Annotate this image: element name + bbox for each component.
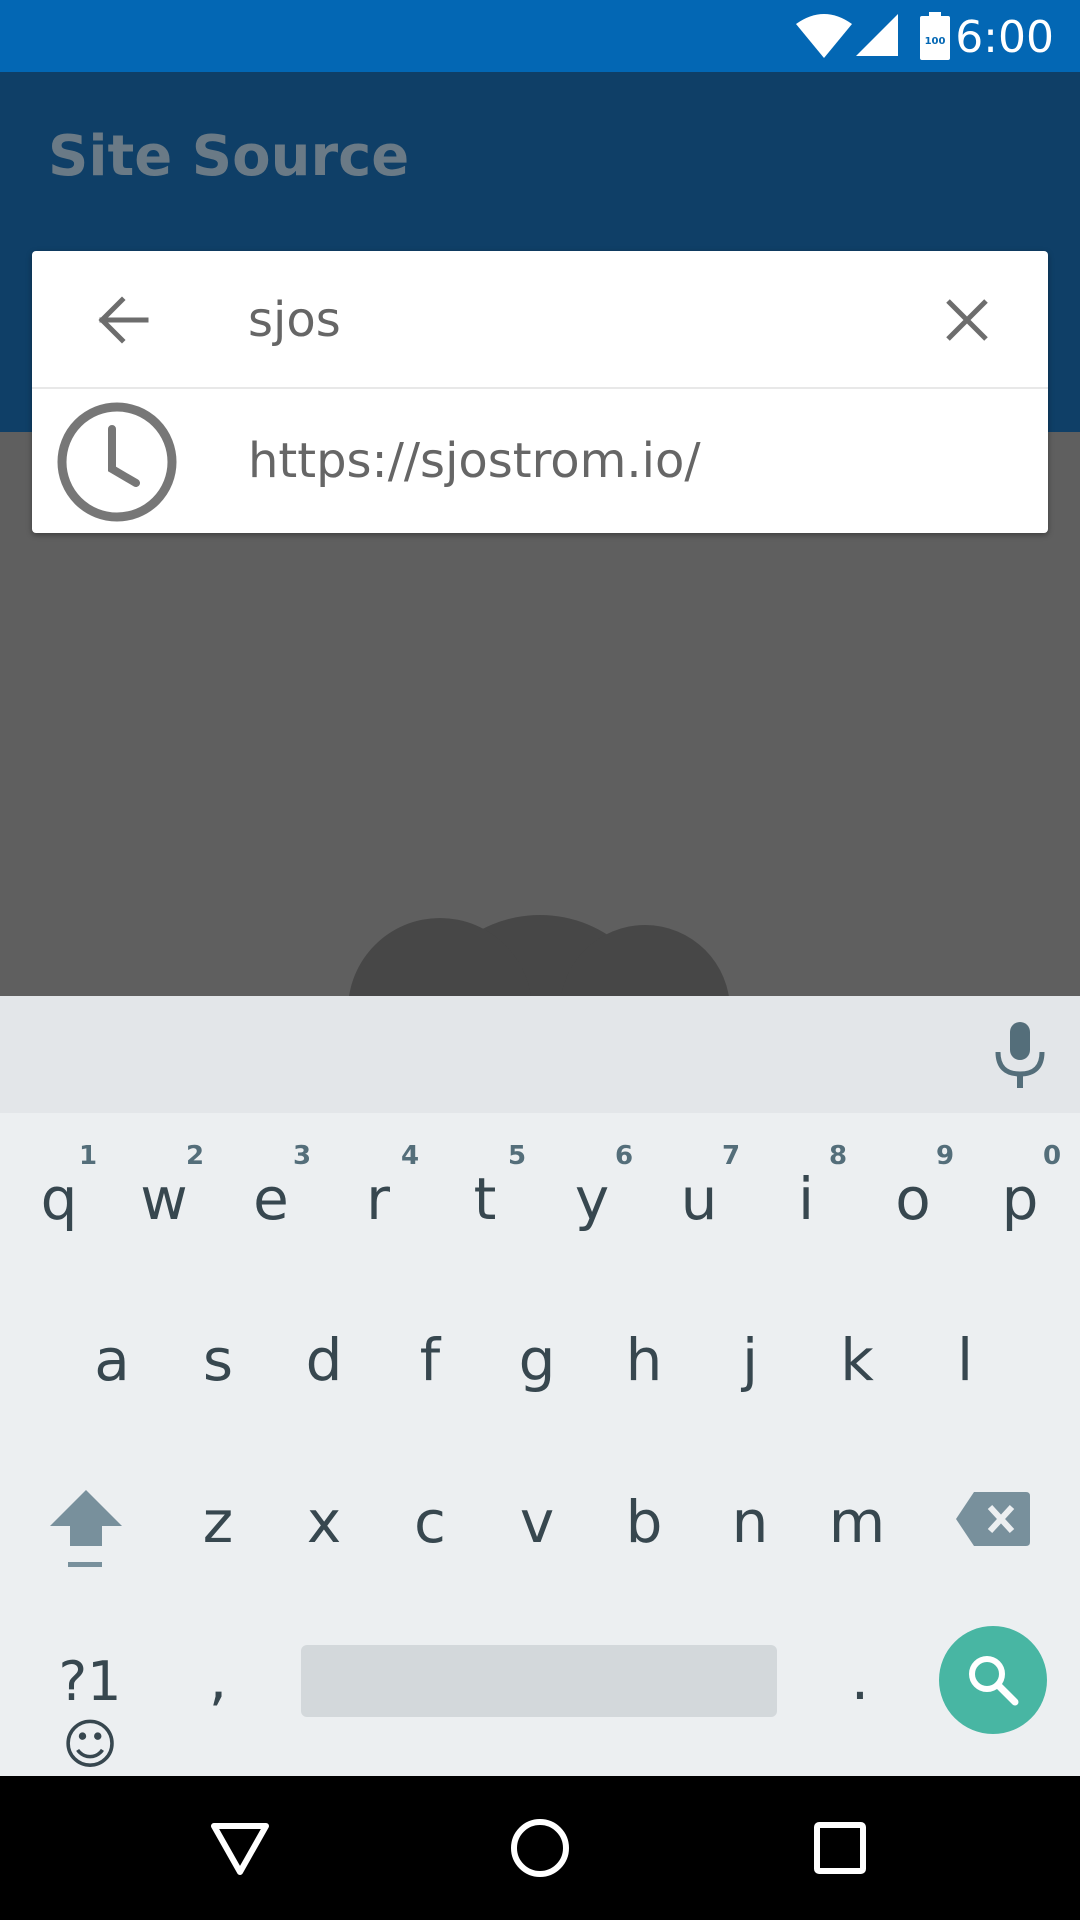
back-triangle-icon[interactable] xyxy=(210,1820,270,1876)
home-circle-icon[interactable] xyxy=(510,1818,570,1878)
history-icon xyxy=(57,402,177,522)
key-comma[interactable]: , xyxy=(168,1645,268,1713)
key-c[interactable]: c xyxy=(380,1488,480,1556)
svg-text:100: 100 xyxy=(925,36,946,47)
microphone-icon[interactable] xyxy=(990,1022,1050,1088)
search-key[interactable] xyxy=(939,1626,1047,1734)
clock: 6:00 xyxy=(955,12,1054,63)
keyboard-suggestion-strip xyxy=(0,996,1080,1113)
key-z[interactable]: z xyxy=(168,1488,268,1556)
space-bar[interactable] xyxy=(301,1645,777,1717)
signal-icon xyxy=(856,14,898,56)
close-icon[interactable] xyxy=(932,285,1002,355)
key-y[interactable]: y xyxy=(542,1165,642,1233)
key-n[interactable]: n xyxy=(700,1488,800,1556)
search-input[interactable] xyxy=(248,285,928,355)
key-m[interactable]: m xyxy=(807,1488,907,1556)
key-l[interactable]: l xyxy=(915,1326,1015,1394)
battery-icon: 100 xyxy=(920,12,950,60)
search-icon xyxy=(969,1656,1019,1706)
backspace-icon[interactable] xyxy=(956,1492,1030,1546)
recents-square-icon[interactable] xyxy=(814,1822,866,1874)
search-card: https://sjostrom.io/ xyxy=(32,251,1048,533)
key-j[interactable]: j xyxy=(700,1326,800,1394)
key-s[interactable]: s xyxy=(168,1326,268,1394)
key-b[interactable]: b xyxy=(594,1488,694,1556)
key-e[interactable]: e xyxy=(221,1165,321,1233)
key-x[interactable]: x xyxy=(274,1488,374,1556)
status-bar: 100 6:00 xyxy=(0,0,1080,72)
key-v[interactable]: v xyxy=(487,1488,587,1556)
shift-icon[interactable] xyxy=(50,1490,122,1568)
suggestion-item[interactable]: https://sjostrom.io/ xyxy=(32,391,1048,533)
back-arrow-icon[interactable] xyxy=(88,285,158,355)
key-f[interactable]: f xyxy=(380,1326,480,1394)
key-q[interactable]: q xyxy=(9,1165,109,1233)
key-r[interactable]: r xyxy=(328,1165,428,1233)
key-h[interactable]: h xyxy=(594,1326,694,1394)
search-bar xyxy=(32,251,1048,389)
wifi-icon xyxy=(796,14,852,58)
key-period[interactable]: . xyxy=(810,1645,910,1713)
symbols-emoji-key[interactable]: ?1☺ xyxy=(35,1650,145,1776)
key-i[interactable]: i xyxy=(756,1165,856,1233)
key-u[interactable]: u xyxy=(649,1165,749,1233)
navigation-bar xyxy=(0,1776,1080,1920)
key-o[interactable]: o xyxy=(863,1165,963,1233)
page-title: Site Source xyxy=(48,124,410,189)
key-p[interactable]: p xyxy=(970,1165,1070,1233)
key-g[interactable]: g xyxy=(487,1326,587,1394)
key-k[interactable]: k xyxy=(807,1326,907,1394)
key-a[interactable]: a xyxy=(62,1326,162,1394)
key-t[interactable]: t xyxy=(435,1165,535,1233)
cloud-icon xyxy=(349,915,729,996)
key-w[interactable]: w xyxy=(114,1165,214,1233)
key-d[interactable]: d xyxy=(274,1326,374,1394)
suggestion-label: https://sjostrom.io/ xyxy=(248,433,701,489)
